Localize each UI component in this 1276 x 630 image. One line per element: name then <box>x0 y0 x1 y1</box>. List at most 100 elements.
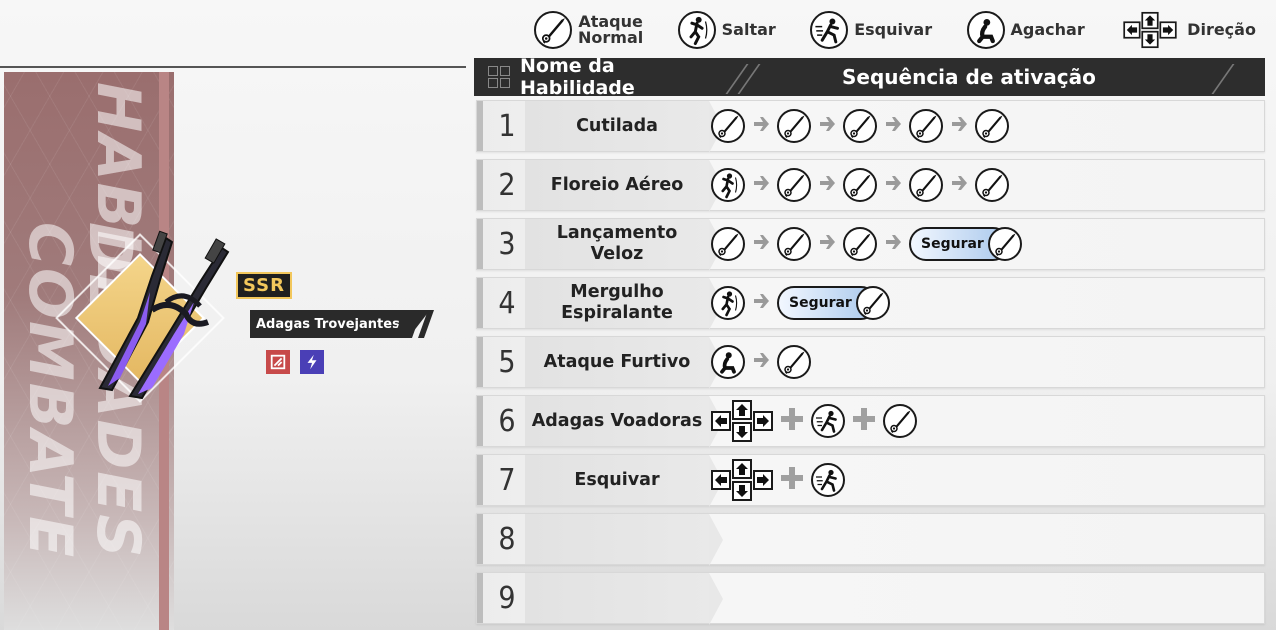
dodge-icon <box>811 404 845 438</box>
skill-row: 5 Ataque Furtivo <box>476 336 1265 389</box>
header-divider <box>737 64 761 94</box>
activation-sequence <box>711 455 845 505</box>
skill-name: Cutilada <box>525 101 709 151</box>
sword-attack-icon <box>843 168 877 202</box>
sword-attack-icon <box>909 168 943 202</box>
legend-crouch-label: Agachar <box>1010 20 1085 39</box>
twin-daggers-image <box>98 230 230 400</box>
activation-sequence <box>711 396 917 446</box>
skill-name-line1: Lançamento <box>556 223 678 243</box>
jump-icon <box>677 11 716 49</box>
row-accent-bar <box>477 337 483 387</box>
direction-keys-icon <box>1123 11 1177 49</box>
plus-icon <box>851 406 877 436</box>
jump-icon <box>711 168 745 202</box>
legend-normal-attack: Ataque Normal <box>534 11 643 49</box>
row-accent-bar <box>477 278 483 328</box>
skill-name: Lançamento Veloz <box>525 219 709 269</box>
element-badge-physical <box>266 350 290 374</box>
row-chevron <box>709 573 723 625</box>
next-arrow-icon <box>949 173 969 197</box>
legend-direction: Direção <box>1119 8 1256 52</box>
weapon-portrait <box>55 218 260 418</box>
plus-icon <box>779 465 805 495</box>
activation-sequence: Segurar <box>711 278 890 328</box>
next-arrow-icon <box>751 232 771 256</box>
skill-name-line2: Espiralante <box>561 303 673 323</box>
row-number: 6 <box>498 403 516 439</box>
next-arrow-icon <box>883 173 903 197</box>
row-accent-bar <box>477 101 483 151</box>
row-accent-bar <box>477 160 483 210</box>
element-badge-thunder <box>300 350 324 374</box>
row-number: 9 <box>498 580 516 616</box>
row-accent-bar <box>477 455 483 505</box>
legend-jump: Saltar <box>677 11 776 49</box>
next-arrow-icon <box>817 114 837 138</box>
skill-row: 1 Cutilada <box>476 100 1265 153</box>
next-arrow-icon <box>883 232 903 256</box>
row-number: 1 <box>498 108 516 144</box>
table-header: Nome da Habilidade Sequência de ativação <box>474 55 1265 99</box>
skill-row: 9 <box>476 572 1265 625</box>
hold-attack: Segurar <box>777 284 890 322</box>
row-number: 5 <box>498 344 516 380</box>
weapon-name-stripes <box>394 310 434 338</box>
skill-row: 3 Lançamento Veloz Segurar <box>476 218 1265 271</box>
legend-attack-label-2: Normal <box>578 28 644 47</box>
skill-name: Floreio Aéreo <box>525 160 709 210</box>
header-skill-name: Nome da Habilidade <box>520 55 635 99</box>
sword-attack-icon <box>534 11 572 49</box>
slash-element-icon <box>270 354 286 370</box>
row-accent-bar <box>477 573 483 623</box>
sword-attack-icon <box>909 109 943 143</box>
sword-attack-icon <box>777 227 811 261</box>
jump-icon <box>711 286 745 320</box>
crouch-icon <box>711 345 745 379</box>
activation-sequence <box>711 101 1009 151</box>
skill-name: Adagas Voadoras <box>525 396 709 446</box>
skill-name: Ataque Furtivo <box>525 337 709 387</box>
sword-attack-icon <box>843 109 877 143</box>
activation-sequence <box>711 160 1009 210</box>
skill-name: Mergulho Espiralante <box>525 278 709 328</box>
activation-sequence: Segurar <box>711 219 1022 269</box>
next-arrow-icon <box>751 350 771 374</box>
legend-direction-label: Direção <box>1187 20 1256 39</box>
sword-attack-icon <box>975 109 1009 143</box>
sword-attack-icon <box>711 227 745 261</box>
row-number: 7 <box>498 462 516 498</box>
header-divider <box>1211 64 1235 94</box>
skill-name <box>525 573 709 623</box>
row-number: 8 <box>498 521 516 557</box>
sword-attack-icon <box>855 286 890 320</box>
top-divider-line <box>0 66 466 68</box>
next-arrow-icon <box>883 114 903 138</box>
sword-attack-icon <box>975 168 1009 202</box>
rarity-badge: SSR <box>236 272 292 299</box>
next-arrow-icon <box>817 232 837 256</box>
skill-name: Esquivar <box>525 455 709 505</box>
row-number: 3 <box>498 226 516 262</box>
next-arrow-icon <box>751 291 771 315</box>
next-arrow-icon <box>751 114 771 138</box>
direction-keys-icon <box>711 458 773 502</box>
skill-name-line1: Mergulho <box>570 282 664 302</box>
controls-legend: Ataque Normal Saltar Esquivar Agachar Dir… <box>534 8 1256 52</box>
hold-attack: Segurar <box>909 225 1022 263</box>
dodge-icon <box>811 463 845 497</box>
sword-attack-icon <box>883 404 917 438</box>
skill-row: 2 Floreio Aéreo <box>476 159 1265 212</box>
skill-name <box>525 514 709 564</box>
direction-keys-icon <box>711 399 773 443</box>
crouch-icon <box>966 11 1005 49</box>
legend-crouch: Agachar <box>966 11 1085 49</box>
row-accent-bar <box>477 396 483 446</box>
plus-icon <box>779 406 805 436</box>
row-accent-bar <box>477 219 483 269</box>
sword-attack-icon <box>777 168 811 202</box>
sword-attack-icon <box>711 109 745 143</box>
lightning-icon <box>307 354 317 370</box>
legend-dodge-label: Esquivar <box>854 20 933 39</box>
row-accent-bar <box>477 514 483 564</box>
